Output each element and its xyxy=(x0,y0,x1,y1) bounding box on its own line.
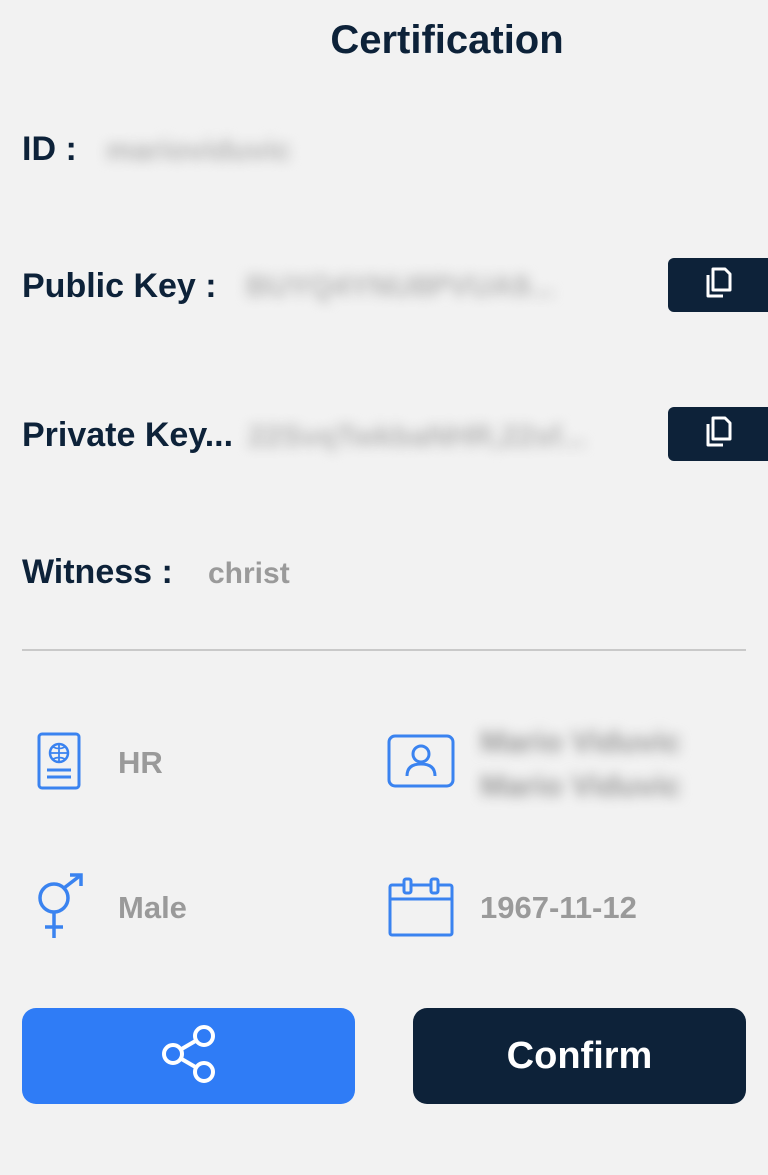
witness-label: Witness : xyxy=(22,553,173,591)
public-key-label: Public Key : xyxy=(22,267,217,305)
section-divider xyxy=(22,649,746,651)
country-value: HR xyxy=(118,745,163,780)
id-label: ID : xyxy=(22,130,77,168)
id-value: marioviduvic xyxy=(106,134,292,167)
copy-public-key-button[interactable] xyxy=(668,258,768,312)
public-key-value: BUYQ4YNU8PVUA9... xyxy=(246,270,555,303)
name-line-1: Mario Viduvic xyxy=(480,724,681,759)
confirm-button[interactable]: Confirm xyxy=(413,1008,746,1104)
person-card-icon xyxy=(387,734,455,793)
birth-date-value: 1967-11-12 xyxy=(480,890,637,925)
page-title: Certification xyxy=(330,18,564,62)
passport-icon xyxy=(37,732,81,795)
copy-private-key-button[interactable] xyxy=(668,407,768,461)
gender-icon xyxy=(34,872,86,945)
private-key-label: Private Key... xyxy=(22,416,234,454)
copy-icon xyxy=(704,416,732,453)
calendar-icon xyxy=(388,877,454,942)
witness-value: christ xyxy=(208,557,290,590)
name-line-2: Mario Viduvic xyxy=(480,768,681,803)
share-button[interactable] xyxy=(22,1008,355,1104)
private-key-value: 22SvqTwkbaNHR,22sf... xyxy=(248,420,586,453)
share-icon xyxy=(158,1023,220,1090)
gender-value: Male xyxy=(118,890,187,925)
copy-icon xyxy=(704,267,732,304)
